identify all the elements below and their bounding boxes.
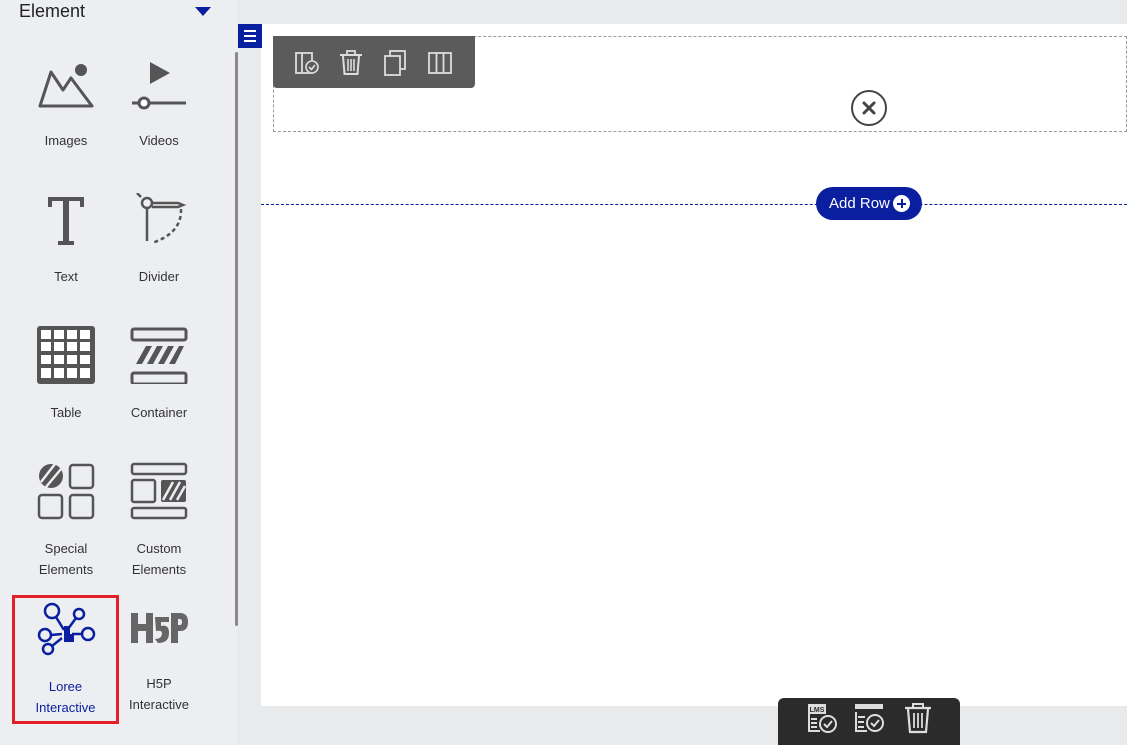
element-tile-images[interactable]: Images [19,58,113,151]
lms-text: LMS [810,707,825,714]
tile-label: H5P [146,676,172,691]
bottom-action-bar: LMS [778,698,960,745]
element-tile-text[interactable]: Text [19,193,113,287]
tile-label: Videos [139,133,179,148]
lms-save-icon[interactable]: LMS [806,702,838,734]
tile-label: Special [44,541,88,556]
trash-icon[interactable] [902,702,934,734]
tile-label: Divider [138,269,180,284]
tile-label: Loree [48,679,83,694]
add-row-button[interactable]: Add Row [816,187,922,220]
copy-icon[interactable] [382,50,408,76]
sidebar-title: Element [19,1,86,21]
tile-label-line2: Elements [38,562,94,577]
container-icon [130,327,188,384]
tile-label-line2: Elements [131,562,187,577]
add-row-divider [261,204,1127,205]
special-elements-icon [37,463,95,520]
column-layout-icon[interactable] [294,50,320,76]
tile-label-line2: Interactive [129,697,189,712]
tile-label-line2: Interactive [35,700,96,715]
columns-icon[interactable] [427,50,453,76]
hamburger-menu-icon[interactable] [238,24,262,48]
trash-icon[interactable] [338,50,364,76]
tile-label: Table [50,405,82,420]
tile-label: Container [130,405,188,420]
element-tile-divider[interactable]: Divider [112,193,206,287]
video-icon [132,62,186,110]
row-toolbar [273,36,475,88]
element-tile-special-elements[interactable]: Special Elements [19,462,113,580]
element-sidebar: Element Images Videos Text Divider Table… [0,0,238,745]
element-tile-container[interactable]: Container [112,326,206,423]
element-tile-table[interactable]: Table [19,326,113,423]
table-icon [37,326,95,384]
tile-label: Text [54,269,78,284]
close-icon[interactable] [851,90,887,126]
loree-interactive-icon [37,602,95,656]
sidebar-scrollbar[interactable] [235,52,238,626]
image-icon [38,64,94,108]
tile-label: Images [44,133,88,148]
element-tile-h5p-interactive[interactable]: H5P Interactive [112,603,206,715]
custom-elements-icon [130,462,188,520]
divider-icon [136,193,187,245]
plus-circle-icon [893,195,910,212]
add-row-label: Add Row [829,195,890,212]
h5p-icon [131,613,188,643]
text-icon [48,197,84,245]
element-tile-loree-interactive[interactable]: Loree Interactive [12,595,119,724]
tile-label: Custom [136,541,182,556]
collapse-caret-icon[interactable] [195,7,211,16]
element-tile-videos[interactable]: Videos [112,58,206,151]
element-tile-custom-elements[interactable]: Custom Elements [112,462,206,580]
save-icon[interactable] [853,702,885,734]
